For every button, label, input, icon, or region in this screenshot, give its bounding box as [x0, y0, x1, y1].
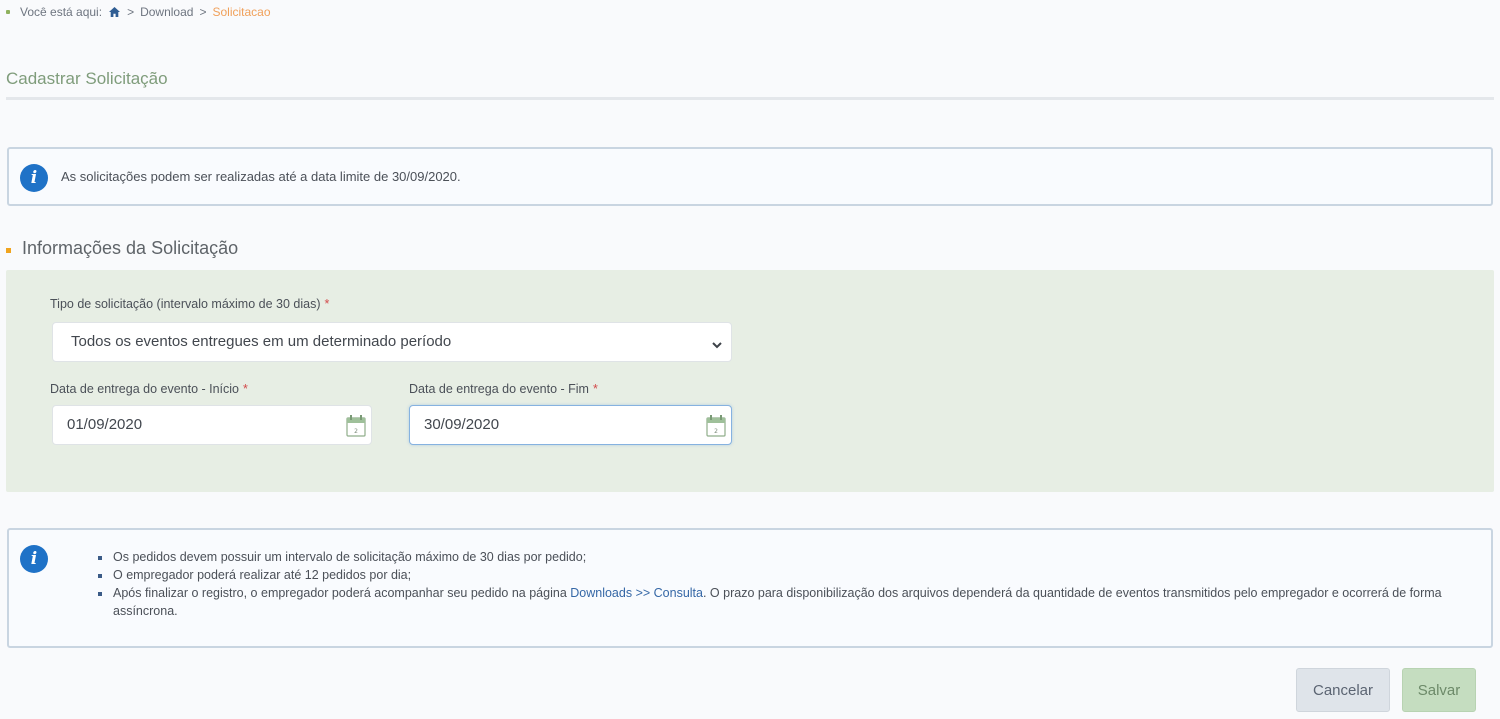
- svg-text:2: 2: [714, 428, 718, 435]
- breadcrumb-bullet: [6, 10, 10, 14]
- breadcrumb: Você está aqui: > Download > Solicitacao: [6, 4, 271, 20]
- page-title: Cadastrar Solicitação: [6, 69, 168, 88]
- tipo-solicitacao-value: Todos os eventos entregues em um determi…: [71, 333, 452, 350]
- home-icon[interactable]: [108, 6, 121, 18]
- svg-text:2: 2: [354, 428, 358, 435]
- section-marker: [6, 248, 11, 253]
- note-item: O empregador poderá realizar até 12 pedi…: [95, 566, 1471, 584]
- request-form-panel: Tipo de solicitação (intervalo máximo de…: [6, 270, 1494, 492]
- note-item: Os pedidos devem possuir um intervalo de…: [95, 548, 1471, 566]
- required-mark: *: [243, 382, 248, 396]
- notes-alert: i Os pedidos devem possuir um intervalo …: [7, 528, 1493, 648]
- data-inicio-input[interactable]: 01/09/2020 2: [52, 405, 372, 445]
- info-alert: i As solicitações podem ser realizadas a…: [7, 147, 1493, 206]
- calendar-icon[interactable]: 2: [345, 412, 367, 442]
- info-alert-text: As solicitações podem ser realizadas até…: [61, 169, 461, 184]
- note-text: Após finalizar o registro, o empregador …: [113, 586, 571, 600]
- calendar-icon[interactable]: 2: [705, 412, 727, 442]
- required-mark: *: [324, 297, 330, 311]
- data-fim-label-text: Data de entrega do evento - Fim: [409, 382, 589, 396]
- chevron-down-icon[interactable]: [711, 337, 723, 354]
- cancel-button[interactable]: Cancelar: [1296, 668, 1390, 712]
- info-icon: i: [20, 164, 48, 192]
- section-heading: Informações da Solicitação: [6, 238, 238, 259]
- downloads-consulta-link[interactable]: Downloads >> Consulta: [570, 586, 703, 600]
- data-fim-input[interactable]: 30/09/2020 2: [409, 405, 732, 445]
- note-item: Após finalizar o registro, o empregador …: [95, 584, 1471, 620]
- breadcrumb-separator: >: [127, 5, 135, 19]
- breadcrumb-prefix: Você está aqui:: [20, 5, 103, 19]
- title-divider: [6, 97, 1494, 100]
- data-inicio-label: Data de entrega do evento - Início *: [50, 382, 248, 396]
- save-button[interactable]: Salvar: [1402, 668, 1476, 712]
- info-icon: i: [20, 545, 48, 573]
- data-fim-label: Data de entrega do evento - Fim *: [409, 382, 598, 396]
- data-inicio-label-text: Data de entrega do evento - Início: [50, 382, 240, 396]
- breadcrumb-current: Solicitacao: [212, 5, 271, 19]
- breadcrumb-download[interactable]: Download: [140, 5, 193, 19]
- data-fim-value: 30/09/2020: [424, 416, 500, 433]
- tipo-solicitacao-select[interactable]: Todos os eventos entregues em um determi…: [52, 322, 732, 362]
- section-heading-text: Informações da Solicitação: [22, 238, 239, 258]
- tipo-solicitacao-label: Tipo de solicitação (intervalo máximo de…: [50, 297, 329, 311]
- required-mark: *: [592, 382, 598, 396]
- breadcrumb-separator: >: [199, 5, 207, 19]
- tipo-solicitacao-label-text: Tipo de solicitação (intervalo máximo de…: [50, 297, 321, 311]
- notes-list: Os pedidos devem possuir um intervalo de…: [95, 548, 1471, 620]
- data-inicio-value: 01/09/2020: [67, 416, 143, 433]
